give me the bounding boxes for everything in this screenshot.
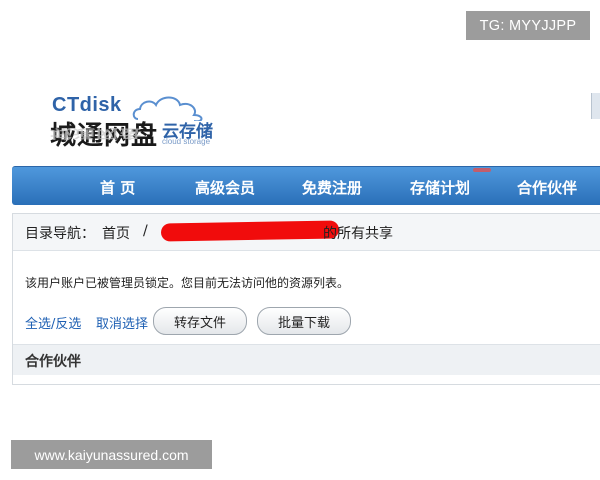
save-files-button[interactable]: 转存文件 — [153, 307, 247, 335]
breadcrumb: 目录导航： 首页 / 的所有共享 — [13, 214, 600, 251]
logo-reflection: 城通网盘 — [50, 125, 143, 140]
logo-tagline-en: cloud storage — [162, 137, 211, 146]
nav-premium[interactable]: 高级会员 — [195, 177, 255, 198]
select-all-link[interactable]: 全选/反选 — [25, 313, 81, 332]
redacted-username — [160, 220, 340, 242]
logo-brand-en: CTdisk — [52, 94, 122, 116]
partners-title: 合作伙伴 — [25, 354, 81, 370]
breadcrumb-suffix: 的所有共享 — [323, 226, 393, 242]
nav-storage-plan[interactable]: 存储计划 — [410, 177, 470, 198]
batch-download-button[interactable]: 批量下载 — [257, 307, 351, 335]
telegram-watermark: TG: MYYJJPP — [466, 11, 590, 40]
partners-section: 合作伙伴 — [13, 344, 600, 375]
nav-register[interactable]: 免费注册 — [302, 177, 362, 198]
locked-account-message: 该用户账户已被管理员锁定。您目前无法访问他的资源列表。 — [25, 276, 350, 290]
breadcrumb-separator: / — [143, 223, 148, 239]
breadcrumb-home-link[interactable]: 首页 — [102, 223, 130, 243]
breadcrumb-label: 目录导航： — [25, 226, 95, 242]
nav-partners[interactable]: 合作伙伴 — [517, 177, 577, 198]
share-panel: 目录导航： 首页 / 的所有共享 该用户账户已被管理员锁定。您目前无法访问他的资… — [12, 213, 600, 385]
page: TG: MYYJJPP CTdisk 城通网盘 城通网盘 云存储 cloud s… — [0, 0, 600, 480]
site-watermark: www.kaiyunassured.com — [11, 440, 212, 469]
site-header: CTdisk 城通网盘 城通网盘 云存储 cloud storage — [12, 93, 600, 165]
nav-home[interactable]: 首 页 — [100, 177, 135, 198]
red-mark — [473, 168, 491, 172]
cancel-select-link[interactable]: 取消选择 — [96, 313, 148, 332]
main-nav: 首 页 高级会员 免费注册 存储计划 合作伙伴 — [12, 166, 600, 205]
corner-image — [591, 93, 600, 119]
